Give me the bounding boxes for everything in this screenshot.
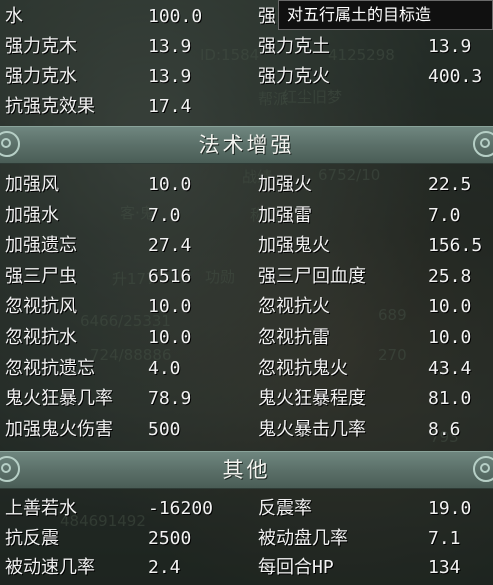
magic-stat-row: 加强鬼火伤害 500 鬼火暴击几率 8.6: [0, 415, 493, 444]
other-stat-row: 抗反震 2500 被动盘几率 7.1: [0, 524, 493, 553]
stat-value: 10.0: [148, 327, 192, 348]
stat-value: 19.0: [428, 498, 472, 519]
magic-stat-row: 加强风 10.0 加强火 22.5: [0, 170, 493, 199]
stat-value: 500: [148, 418, 181, 440]
stat-name: 忽视抗鬼火: [258, 357, 348, 379]
stat-name: 每回合HP: [258, 557, 334, 578]
magic-stat-row: 加强遗忘 27.4 加强鬼火 156.5: [0, 231, 493, 260]
stat-name: 上善若水: [5, 498, 77, 519]
stat-value: 25.8: [428, 265, 472, 287]
magic-stat-row: 忽视抗风 10.0 忽视抗火 10.0: [0, 292, 493, 321]
stat-name: 强力克水: [5, 66, 77, 87]
stat-value: 13.9: [428, 36, 472, 57]
stat-value: 10.0: [148, 296, 192, 318]
stat-name: 强力克土: [258, 36, 330, 57]
top-stat-row: 强力克木 13.9 强力克土 13.9: [0, 32, 493, 61]
stat-name: 忽视抗火: [258, 296, 330, 318]
magic-stat-row: 强三尸虫 6516 强三尸回血度 25.8: [0, 262, 493, 291]
stat-value: 13.9: [148, 36, 192, 57]
stat-value: 10.0: [428, 327, 472, 348]
stat-value: 22.5: [428, 174, 472, 195]
stat-name: 抗强克效果: [5, 96, 95, 117]
stat-value: 6516: [148, 265, 192, 287]
stat-name: 强力克火: [258, 66, 330, 87]
section-title-other: 其他: [222, 458, 271, 482]
stat-name: 忽视抗遗忘: [5, 357, 95, 379]
stat-name: 抗反震: [5, 527, 59, 549]
stat-value: 13.9: [148, 66, 192, 87]
stat-value: 400.3: [428, 66, 483, 87]
stat-name: 忽视抗水: [5, 327, 77, 348]
section-title-magic: 法术增强: [198, 133, 295, 157]
stat-value: -16200: [148, 498, 214, 519]
stat-name: 加强遗忘: [5, 235, 77, 257]
stat-name: 强: [258, 6, 276, 27]
stat-name: 加强雷: [258, 204, 312, 226]
stat-name: 被动速几率: [5, 557, 95, 578]
stat-value: 10.0: [428, 296, 472, 318]
stat-value: 81.0: [428, 388, 472, 410]
magic-stat-row: 忽视抗水 10.0 忽视抗雷 10.0: [0, 323, 493, 352]
stat-name: 鬼火狂暴程度: [258, 388, 366, 410]
stat-name: 鬼火狂暴几率: [5, 388, 113, 410]
stat-value: 100.0: [148, 6, 203, 27]
stat-value: 134: [428, 557, 461, 578]
stat-name: 水: [5, 6, 23, 27]
stat-name: 强三尸回血度: [258, 265, 366, 287]
cloud-ornament-icon: [473, 131, 493, 157]
stat-value: 2500: [148, 527, 192, 549]
tooltip: 对五行属土的目标造: [278, 0, 493, 30]
stat-value: 2.4: [148, 557, 181, 578]
stat-name: 强力克木: [5, 36, 77, 57]
stat-value: 4.0: [148, 357, 181, 379]
stat-name: 加强鬼火: [258, 235, 330, 257]
top-stat-row: 强力克水 13.9 强力克火 400.3: [0, 62, 493, 91]
section-header-magic: 法术增强: [0, 126, 493, 164]
stat-name: 反震率: [258, 498, 312, 519]
cloud-ornament-icon: [473, 456, 493, 482]
stat-name: 忽视抗风: [5, 296, 77, 318]
other-stat-row: 上善若水 -16200 反震率 19.0: [0, 494, 493, 523]
magic-stat-row: 鬼火狂暴几率 78.9 鬼火狂暴程度 81.0: [0, 384, 493, 413]
stat-value: 156.5: [428, 235, 483, 257]
stat-name: 加强鬼火伤害: [5, 418, 113, 440]
stat-value: 17.4: [148, 96, 192, 117]
stat-value: 27.4: [148, 235, 192, 257]
stat-name: 加强水: [5, 204, 59, 226]
stat-value: 7.1: [428, 527, 461, 549]
section-header-other: 其他: [0, 451, 493, 489]
stat-name: 加强风: [5, 174, 59, 195]
stat-name: 加强火: [258, 174, 312, 195]
stat-value: 7.0: [428, 204, 461, 226]
stat-name: 鬼火暴击几率: [258, 418, 366, 440]
magic-stat-row: 加强水 7.0 加强雷 7.0: [0, 201, 493, 230]
stat-name: 强三尸虫: [5, 265, 77, 287]
stat-name: 忽视抗雷: [258, 327, 330, 348]
stat-value: 78.9: [148, 388, 192, 410]
stat-value: 8.6: [428, 418, 461, 440]
top-stat-row: 抗强克效果 17.4: [0, 92, 493, 121]
stat-value: 10.0: [148, 174, 192, 195]
stat-value: 7.0: [148, 204, 181, 226]
stat-value: 43.4: [428, 357, 472, 379]
magic-stat-row: 忽视抗遗忘 4.0 忽视抗鬼火 43.4: [0, 354, 493, 383]
stat-name: 被动盘几率: [258, 527, 348, 549]
other-stat-row: 被动速几率 2.4 每回合HP 134: [0, 553, 493, 582]
